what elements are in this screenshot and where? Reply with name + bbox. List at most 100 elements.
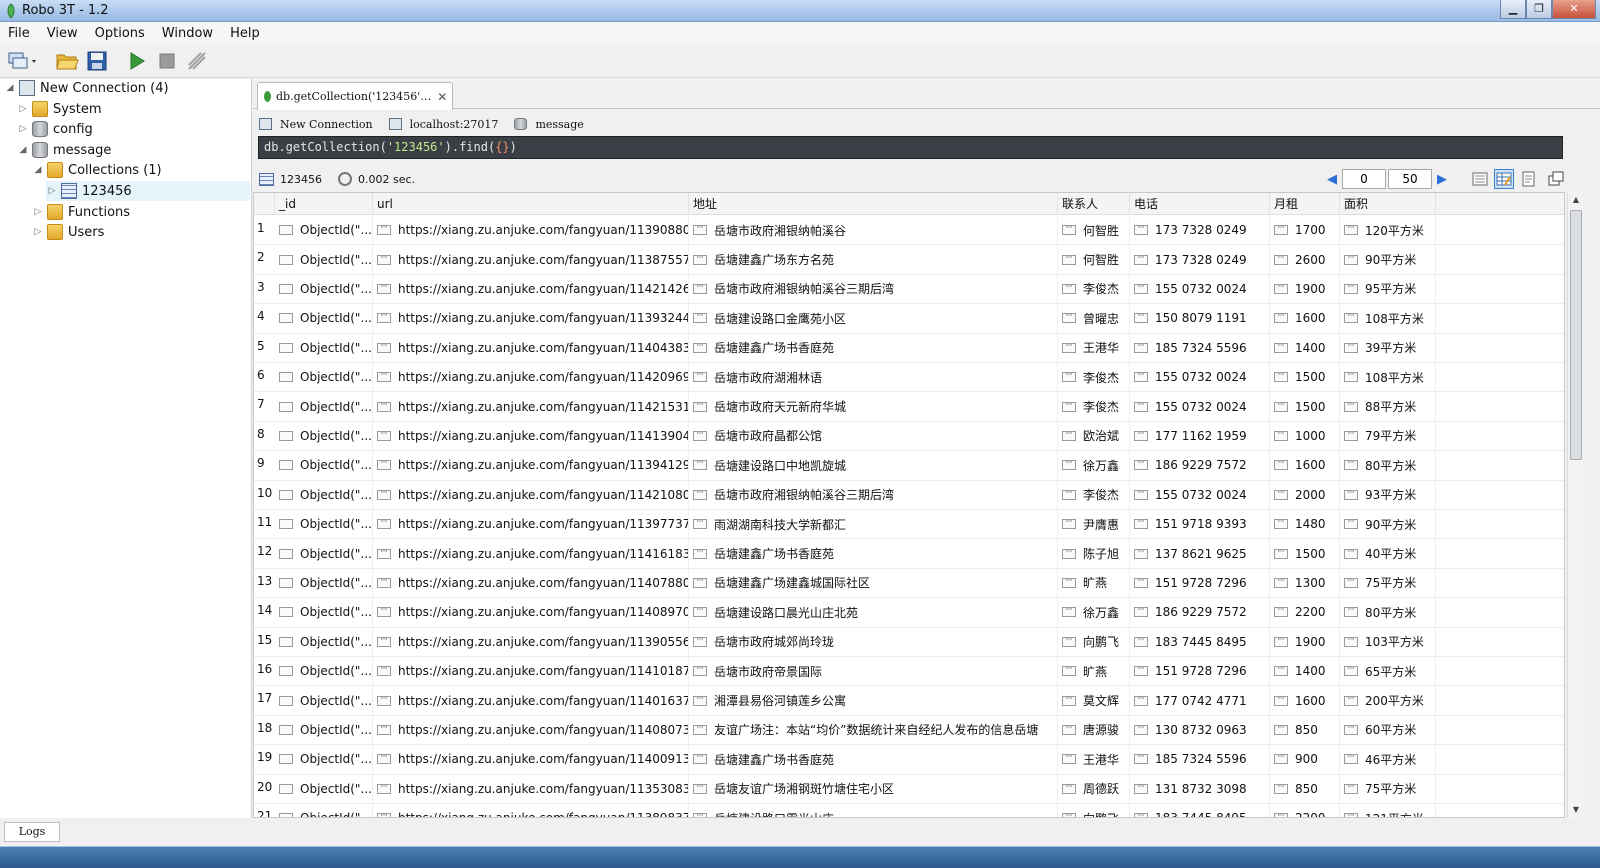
cell-contact[interactable]: "" 何智胜: [1058, 216, 1130, 245]
cell-url[interactable]: "" https://xiang.zu.anjuke.com/fangyuan/1…: [373, 715, 689, 745]
table-row[interactable]: 14 ObjectId("... "" https://xiang.zu.anjuke…: [254, 598, 1564, 628]
cell-phone[interactable]: "" 177 1162 1959: [1130, 421, 1270, 451]
table-row[interactable]: 3 ObjectId("... "" https://xiang.zu.anjuke.…: [254, 274, 1564, 305]
tab-close-icon[interactable]: ✕: [437, 90, 447, 104]
cell-url[interactable]: "" https://xiang.zu.anjuke.com/fangyuan/1…: [373, 686, 689, 715]
cell-area[interactable]: "" 108平方米: [1340, 304, 1436, 333]
cell-phone[interactable]: "" 185 7324 5596: [1130, 333, 1270, 362]
column-header-phone[interactable]: 电话: [1130, 193, 1270, 215]
tree-functions[interactable]: ▷ Functions: [32, 202, 130, 222]
column-header-rent[interactable]: 月租: [1270, 193, 1340, 215]
table-row[interactable]: 11 ObjectId("... "" https://xiang.zu.anjuke…: [254, 510, 1564, 540]
cell-id[interactable]: ObjectId("...: [275, 657, 373, 686]
cell-phone[interactable]: "" 177 0742 4771: [1130, 686, 1270, 715]
table-row[interactable]: 21 ObjectId("... "" https://xiang.zu.anjuke…: [254, 804, 1564, 817]
cell-rent[interactable]: "" 1900: [1270, 627, 1340, 656]
cell-contact[interactable]: "" 旷燕: [1058, 568, 1130, 598]
cell-rent[interactable]: "" 1500: [1270, 392, 1340, 421]
collapsed-arrow-icon[interactable]: ▷: [17, 104, 29, 114]
cell-address[interactable]: "" 岳塘建设路口晨光山庄北苑: [689, 598, 1058, 627]
cell-area[interactable]: "" 75平方米: [1340, 774, 1436, 803]
table-row[interactable]: 19 ObjectId("... "" https://xiang.zu.anjuke…: [254, 745, 1564, 775]
cell-address[interactable]: "" 岳塘市政府湘银纳帕溪谷: [689, 216, 1058, 245]
cell-rent[interactable]: "" 1700: [1270, 216, 1340, 245]
stop-button[interactable]: [154, 48, 180, 74]
cell-area[interactable]: "" 46平方米: [1340, 745, 1436, 774]
cell-phone[interactable]: "" 131 8732 3098: [1130, 774, 1270, 803]
cell-area[interactable]: "" 75平方米: [1340, 568, 1436, 598]
table-row[interactable]: 8 ObjectId("... "" https://xiang.zu.anjuke.…: [254, 421, 1564, 452]
column-header-address[interactable]: 地址: [689, 193, 1058, 215]
menu-window[interactable]: Window: [162, 26, 213, 41]
query-editor[interactable]: db.getCollection('123456').find({}): [258, 136, 1563, 159]
cell-address[interactable]: "" 岳塘市政府湘银纳帕溪谷三期后湾: [689, 480, 1058, 509]
cell-area[interactable]: "" 65平方米: [1340, 657, 1436, 686]
cell-area[interactable]: "" 60平方米: [1340, 715, 1436, 745]
collapsed-arrow-icon[interactable]: ▷: [17, 124, 29, 134]
cell-address[interactable]: "" 岳塘市政府城郊尚玲珑: [689, 627, 1058, 656]
cell-phone[interactable]: "" 137 8621 9625: [1130, 539, 1270, 568]
cell-address[interactable]: "" 岳塘建鑫广场书香庭苑: [689, 745, 1058, 774]
cell-phone[interactable]: "" 151 9718 9393: [1130, 510, 1270, 539]
cell-area[interactable]: "" 103平方米: [1340, 627, 1436, 656]
cell-id[interactable]: ObjectId("...: [275, 598, 373, 627]
table-row[interactable]: 12 ObjectId("... "" https://xiang.zu.anjuke…: [254, 539, 1564, 569]
cell-rent[interactable]: "" 1400: [1270, 657, 1340, 686]
cell-phone[interactable]: "" 186 9229 7572: [1130, 451, 1270, 480]
cell-contact[interactable]: "" 李俊杰: [1058, 363, 1130, 392]
cell-area[interactable]: "" 79平方米: [1340, 421, 1436, 451]
tree-users[interactable]: ▷ Users: [32, 222, 104, 242]
limit-input[interactable]: [1388, 169, 1432, 189]
cell-contact[interactable]: "" 李俊杰: [1058, 392, 1130, 421]
cell-id[interactable]: ObjectId("...: [275, 627, 373, 656]
tree-message[interactable]: ◢ message: [17, 140, 111, 160]
vertical-scrollbar[interactable]: ▲ ▼: [1567, 192, 1583, 818]
cell-id[interactable]: ObjectId("...: [275, 304, 373, 333]
cell-address[interactable]: "" 友谊广场注：本站“均价”数据统计来自经纪人发布的信息岳塘: [689, 715, 1058, 745]
cell-url[interactable]: "" https://xiang.zu.anjuke.com/fangyuan/1…: [373, 568, 689, 598]
cell-contact[interactable]: "" 莫文辉: [1058, 686, 1130, 715]
tree-config[interactable]: ▷ config: [17, 119, 93, 139]
next-page-icon[interactable]: ▶: [1433, 172, 1451, 187]
cell-area[interactable]: "" 90平方米: [1340, 510, 1436, 539]
scroll-down-icon[interactable]: ▼: [1568, 802, 1584, 818]
tree-system[interactable]: ▷ System: [17, 99, 101, 119]
cell-address[interactable]: "" 湘潭县易俗河镇莲乡公寓: [689, 686, 1058, 715]
cell-contact[interactable]: "" 向鹏飞: [1058, 804, 1130, 817]
cell-rent[interactable]: "" 1600: [1270, 304, 1340, 333]
cell-url[interactable]: "" https://xiang.zu.anjuke.com/fangyuan/1…: [373, 627, 689, 656]
cell-rent[interactable]: "" 1600: [1270, 686, 1340, 715]
cell-id[interactable]: ObjectId("...: [275, 216, 373, 245]
logs-tab[interactable]: Logs: [4, 822, 60, 842]
cell-url[interactable]: "" https://xiang.zu.anjuke.com/fangyuan/1…: [373, 657, 689, 686]
cell-id[interactable]: ObjectId("...: [275, 774, 373, 803]
cell-address[interactable]: "" 岳塘建鑫广场书香庭苑: [689, 539, 1058, 568]
cell-url[interactable]: "" https://xiang.zu.anjuke.com/fangyuan/1…: [373, 451, 689, 480]
cell-url[interactable]: "" https://xiang.zu.anjuke.com/fangyuan/1…: [373, 392, 689, 421]
cell-phone[interactable]: "" 186 9229 7572: [1130, 598, 1270, 627]
cell-contact[interactable]: "" 陈子旭: [1058, 539, 1130, 568]
cell-contact[interactable]: "" 尹膺惠: [1058, 510, 1130, 539]
table-row[interactable]: 15 ObjectId("... "" https://xiang.zu.anjuke…: [254, 627, 1564, 657]
cell-url[interactable]: "" https://xiang.zu.anjuke.com/fangyuan/1…: [373, 745, 689, 774]
menu-view[interactable]: View: [47, 26, 78, 41]
tab-query[interactable]: db.getCollection('123456'… ✕: [257, 82, 453, 110]
cell-url[interactable]: "" https://xiang.zu.anjuke.com/fangyuan/1…: [373, 480, 689, 509]
cell-phone[interactable]: "" 185 7324 5596: [1130, 745, 1270, 774]
cell-id[interactable]: ObjectId("...: [275, 510, 373, 539]
cell-url[interactable]: "" https://xiang.zu.anjuke.com/fangyuan/1…: [373, 363, 689, 392]
cell-rent[interactable]: "" 2200: [1270, 804, 1340, 817]
cell-rent[interactable]: "" 1600: [1270, 451, 1340, 480]
cell-address[interactable]: "" 岳塘市政府帝景国际: [689, 657, 1058, 686]
table-row[interactable]: 2 ObjectId("... "" https://xiang.zu.anjuke.…: [254, 245, 1564, 275]
cell-rent[interactable]: "" 2600: [1270, 245, 1340, 274]
cell-contact[interactable]: "" 曾曜忠: [1058, 304, 1130, 333]
cell-url[interactable]: "" https://xiang.zu.anjuke.com/fangyuan/1…: [373, 774, 689, 803]
table-row[interactable]: 20 ObjectId("... "" https://xiang.zu.anjuke…: [254, 774, 1564, 804]
close-button[interactable]: ✕: [1552, 0, 1596, 19]
table-row[interactable]: 10 ObjectId("... "" https://xiang.zu.anjuke…: [254, 480, 1564, 510]
cell-area[interactable]: "" 95平方米: [1340, 274, 1436, 304]
cell-rent[interactable]: "" 850: [1270, 715, 1340, 745]
cell-url[interactable]: "" https://xiang.zu.anjuke.com/fangyuan/1…: [373, 598, 689, 627]
cell-id[interactable]: ObjectId("...: [275, 480, 373, 509]
